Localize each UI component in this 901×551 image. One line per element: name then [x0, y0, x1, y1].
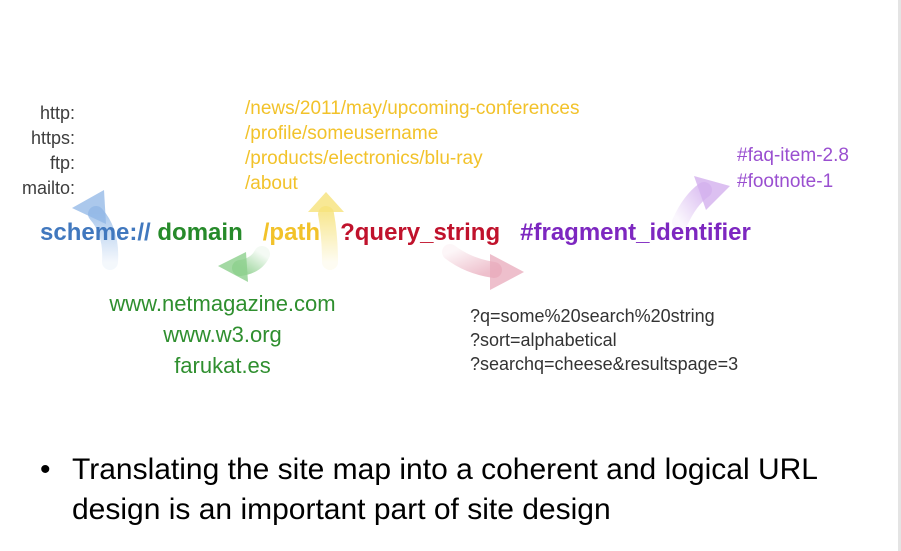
query-examples: ?q=some%20search%20string ?sort=alphabet…	[470, 304, 738, 376]
path-examples: /news/2011/may/upcoming-conferences /pro…	[245, 96, 579, 196]
path-example: /products/electronics/blu-ray	[245, 148, 483, 169]
scheme-example: https:	[30, 128, 75, 148]
slide: { "schemes": ["http:", "https:", "ftp:",…	[0, 0, 901, 551]
domain-arrow	[218, 246, 270, 282]
path-example: /about	[245, 173, 298, 194]
fragment-example: #faq-item-2.8	[737, 145, 849, 166]
domain-example: farukat.es	[174, 353, 271, 378]
url-fragment-part: #fragment_identifier	[520, 219, 751, 246]
domain-example: www.w3.org	[163, 322, 282, 347]
query-arrow	[442, 244, 524, 290]
path-example: /news/2011/may/upcoming-conferences	[245, 98, 580, 119]
query-example: ?q=some%20search%20string	[470, 306, 715, 326]
query-example: ?sort=alphabetical	[470, 330, 617, 350]
fragment-arrow	[672, 176, 730, 230]
url-path-part: /path	[262, 219, 321, 246]
url-scheme-part: scheme://	[40, 219, 151, 246]
fragment-examples: #faq-item-2.8 #footnote-1	[737, 143, 849, 195]
url-anatomy: scheme:// domain /path ?query_string #fr…	[40, 219, 751, 247]
path-example: /profile/someusername	[245, 123, 439, 144]
url-domain-part: domain	[157, 219, 243, 246]
url-query-part: ?query_string	[340, 219, 501, 246]
scheme-example: mailto:	[21, 178, 75, 198]
bullet-text: Translating the site map into a coherent…	[72, 453, 817, 526]
domain-example: www.netmagazine.com	[109, 291, 336, 316]
bullet-marker: •	[40, 453, 51, 486]
scheme-examples: http: https: ftp: mailto:	[0, 101, 75, 201]
domain-examples: www.netmagazine.com www.w3.org farukat.e…	[70, 288, 375, 381]
fragment-example: #footnote-1	[737, 171, 834, 192]
scheme-example: ftp:	[49, 153, 75, 173]
scheme-example: http:	[39, 103, 75, 123]
query-example: ?searchq=cheese&resultspage=3	[470, 354, 739, 374]
